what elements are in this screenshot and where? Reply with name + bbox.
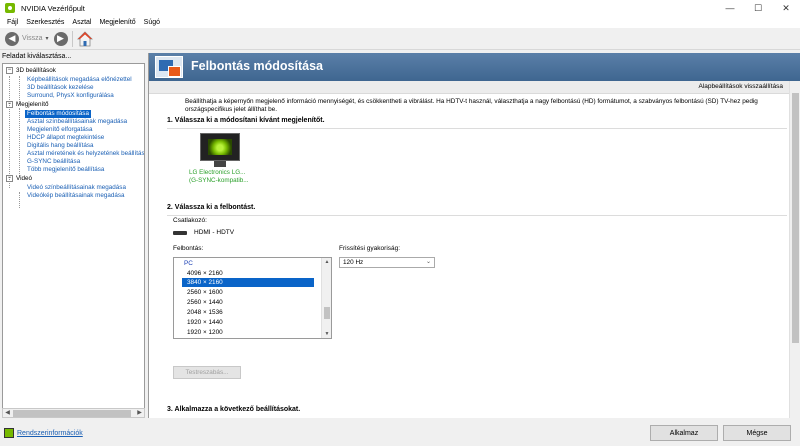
menu-edit[interactable]: Szerkesztés xyxy=(22,19,68,26)
resolution-option[interactable]: 2560 × 1440 xyxy=(182,298,314,307)
tree-item-hdcp-status[interactable]: HDCP állapot megtekintése xyxy=(27,134,104,142)
tree-category-display[interactable]: − Megjelenítő xyxy=(6,101,49,109)
resolution-option[interactable]: 1920 × 1200 xyxy=(182,328,314,337)
tree-connector xyxy=(19,76,20,104)
tree-category-label: Megjelenítő xyxy=(16,101,49,109)
monitor-name[interactable]: LG Electronics LG... xyxy=(189,169,245,176)
tree-item-digital-audio[interactable]: Digitális hang beállítása xyxy=(27,142,94,150)
scroll-down-icon[interactable]: ▼ xyxy=(322,330,331,338)
refresh-rate-select[interactable]: 120 Hz ⌄ xyxy=(339,257,435,268)
resolution-list-scrollbar[interactable]: ▲ ▼ xyxy=(321,258,331,338)
cancel-button[interactable]: Mégse xyxy=(723,425,791,441)
tree-item-change-resolution[interactable]: Felbontás módosítása xyxy=(25,110,91,118)
menu-display[interactable]: Megjelenítő xyxy=(95,19,139,26)
task-panel-label: Feladat kiválasztása... xyxy=(2,53,72,60)
refresh-rate-value: 120 Hz xyxy=(343,259,364,266)
monitor-icon[interactable] xyxy=(200,133,240,167)
minimize-button[interactable]: — xyxy=(716,0,744,16)
nvidia-logo-icon xyxy=(5,3,15,13)
tree-item-video-color[interactable]: Videó színbeállításainak megadása xyxy=(27,184,126,192)
resolution-label: Felbontás: xyxy=(173,245,204,252)
maximize-button[interactable]: ☐ xyxy=(744,0,772,16)
navigation-toolbar: ◀ Vissza ▾ ▶ xyxy=(0,28,800,50)
collapse-icon[interactable]: − xyxy=(6,175,13,182)
scrollbar-thumb[interactable] xyxy=(792,93,799,343)
task-tree: −3D beállítások Képbeállítások megadása … xyxy=(2,63,145,418)
step1-title: 1. Válassza ki a módosítani kívánt megje… xyxy=(167,117,325,124)
connector-value: HDMI - HDTV xyxy=(194,229,235,236)
tree-category-label: Videó xyxy=(16,175,32,183)
tree-connector xyxy=(9,76,10,188)
toolbar-separator xyxy=(71,30,73,47)
tree-category-label: 3D beállítások xyxy=(16,67,56,75)
resolution-option[interactable]: 2048 × 1536 xyxy=(182,308,314,317)
refresh-rate-label: Frissítési gyakoriság: xyxy=(339,245,401,252)
window-title: NVIDIA Vezérlőpult xyxy=(21,3,85,13)
resolution-list[interactable]: PC 4096 × 2160 3840 × 2160 2560 × 1600 2… xyxy=(173,257,332,339)
tree-item-manage-3d-settings[interactable]: 3D beállítások kezelése xyxy=(27,84,94,92)
tree-connector xyxy=(19,108,20,176)
close-button[interactable]: ✕ xyxy=(772,0,800,16)
forward-arrow-icon[interactable]: ▶ xyxy=(53,31,68,46)
resolution-option-selected[interactable]: 3840 × 2160 xyxy=(182,278,314,287)
hdmi-connector-icon xyxy=(173,231,187,235)
display-resolution-icon xyxy=(155,56,183,78)
monitor-gsync-label[interactable]: (G-SYNC-kompatib... xyxy=(189,177,248,184)
scroll-right-icon[interactable]: ▶ xyxy=(135,409,144,418)
tree-item-surround-physx[interactable]: Surround, PhysX konfigurálása xyxy=(27,92,114,100)
menu-desktop[interactable]: Asztal xyxy=(68,19,95,26)
back-arrow-icon[interactable]: ◀ xyxy=(5,31,19,46)
menu-help[interactable]: Súgó xyxy=(140,19,164,26)
section-divider xyxy=(167,215,787,216)
page-subheader: Alapbeállítások visszaállítása xyxy=(149,81,800,94)
home-icon[interactable] xyxy=(76,30,93,47)
tree-connector xyxy=(19,192,20,208)
nvidia-control-panel-window: NVIDIA Vezérlőpult — ☐ ✕ Fájl Szerkeszté… xyxy=(0,0,800,446)
resolution-option[interactable]: 4096 × 2160 xyxy=(182,269,314,278)
tree-item-desktop-size-position[interactable]: Asztal méretének és helyzetének beállítá… xyxy=(27,150,144,158)
connector-label: Csatlakozó: xyxy=(173,217,207,224)
back-history-dropdown-icon[interactable]: ▾ xyxy=(46,35,49,42)
tree-item-video-image[interactable]: Videókép beállításainak megadása xyxy=(27,192,125,200)
tree-item-rotate-display[interactable]: Megjelenítő elforgatása xyxy=(27,126,92,134)
collapse-icon[interactable]: − xyxy=(6,67,13,74)
content-panel: Felbontás módosítása Alapbeállítások vis… xyxy=(148,53,800,418)
apply-button[interactable]: Alkalmaz xyxy=(650,425,718,441)
scrollbar-thumb[interactable] xyxy=(13,410,131,417)
back-button-label[interactable]: Vissza xyxy=(22,35,43,42)
resolution-group-header: PC xyxy=(184,260,193,267)
menu-bar: Fájl Szerkesztés Asztal Megjelenítő Súgó xyxy=(0,16,800,28)
tree-category-3d-settings[interactable]: −3D beállítások xyxy=(6,67,56,75)
step2-title: 2. Válassza ki a felbontást. xyxy=(167,204,256,211)
page-title: Felbontás módosítása xyxy=(191,59,323,73)
section-divider xyxy=(167,128,787,129)
menu-file[interactable]: Fájl xyxy=(3,19,22,26)
tree-item-desktop-color[interactable]: Asztal színbeállításainak megadása xyxy=(27,118,127,126)
tree-item-gsync[interactable]: G-SYNC beállítása xyxy=(27,158,80,166)
tree-category-video[interactable]: − Videó xyxy=(6,175,32,183)
customize-button[interactable]: Testreszabás... xyxy=(173,366,241,379)
tree-item-multiple-displays[interactable]: Több megjelenítő beállítása xyxy=(27,166,104,174)
page-header: Felbontás módosítása xyxy=(149,53,800,81)
system-info-link[interactable]: Rendszerinformációk xyxy=(17,430,83,437)
system-info: Rendszerinformációk xyxy=(4,428,83,438)
resolution-option[interactable]: 2560 × 1600 xyxy=(182,288,314,297)
page-description: Beállíthatja a képernyőn megjelenő infor… xyxy=(185,98,758,113)
window-controls: — ☐ ✕ xyxy=(716,0,800,16)
resolution-option[interactable]: 1920 × 1440 xyxy=(182,318,314,327)
step3-title: 3. Alkalmazza a következő beállításokat. xyxy=(167,406,301,413)
chevron-down-icon[interactable]: ⌄ xyxy=(426,258,431,267)
tree-item-image-settings-preview[interactable]: Képbeállítások megadása előnézettel xyxy=(27,76,132,84)
title-bar: NVIDIA Vezérlőpult — ☐ ✕ xyxy=(0,0,800,16)
scroll-up-icon[interactable]: ▲ xyxy=(322,258,331,266)
collapse-icon[interactable]: − xyxy=(6,101,13,108)
scrollbar-thumb[interactable] xyxy=(324,307,330,319)
content-vertical-scrollbar[interactable] xyxy=(789,81,800,418)
system-info-icon xyxy=(4,428,14,438)
scroll-left-icon[interactable]: ◀ xyxy=(3,409,12,418)
restore-defaults-link[interactable]: Alapbeállítások visszaállítása xyxy=(698,83,783,90)
task-tree-horizontal-scrollbar[interactable]: ◀ ▶ xyxy=(2,408,145,418)
